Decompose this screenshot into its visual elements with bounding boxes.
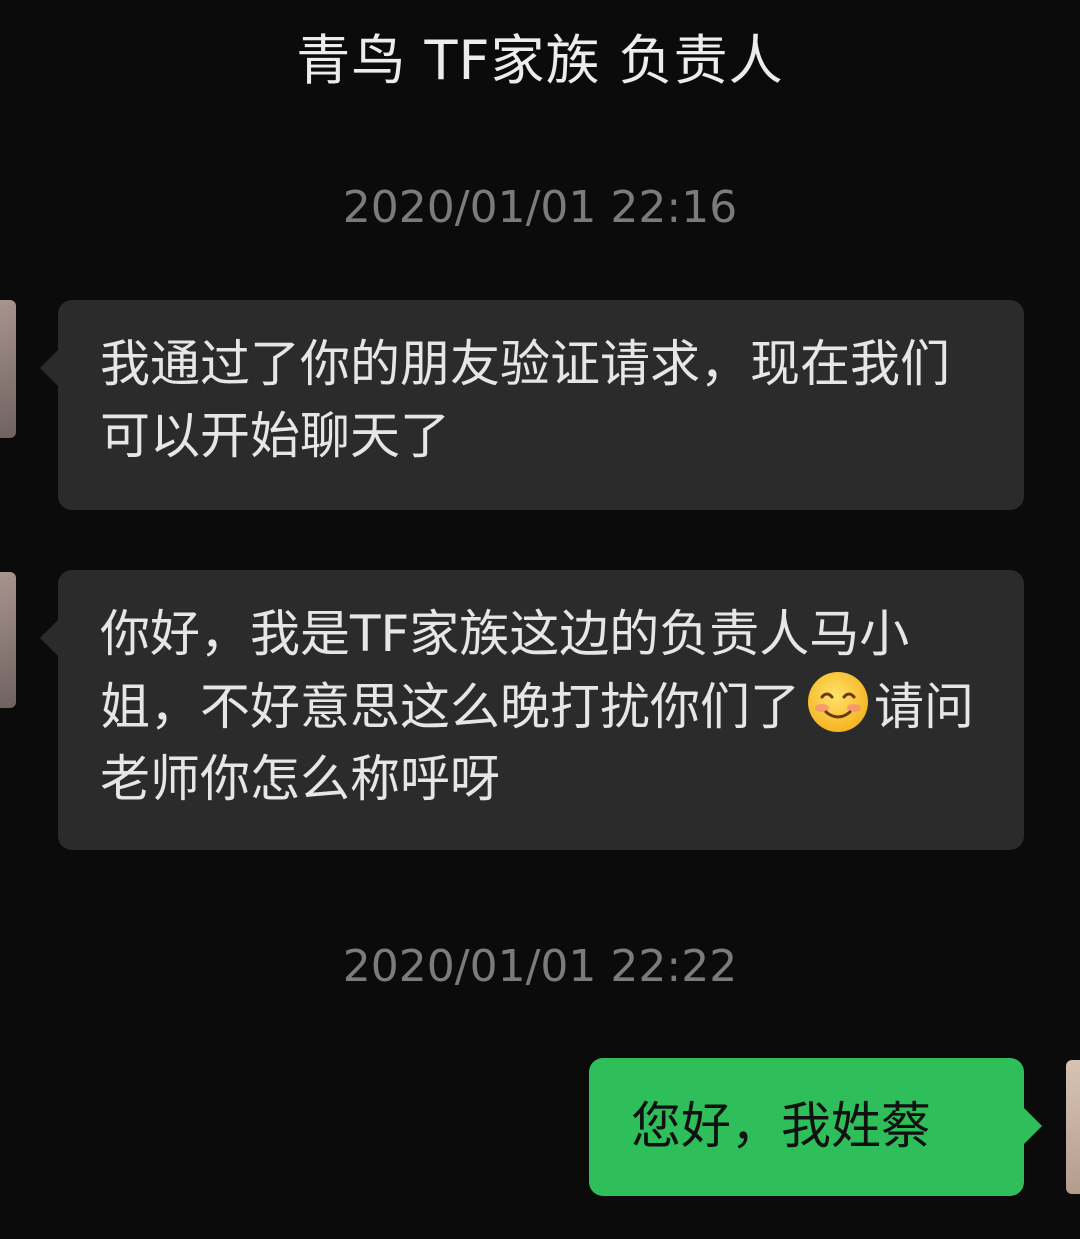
smiling-face-icon xyxy=(806,670,870,734)
incoming-message-bubble[interactable]: 你好，我是TF家族这边的负责人马小姐，不好意思这么晚打扰你们了 请问老师你怎么称… xyxy=(40,570,1024,850)
chat-title: 青鸟 TF家族 负责人 xyxy=(296,29,784,92)
timestamp: 2020/01/01 22:16 xyxy=(342,182,738,233)
contact-avatar[interactable] xyxy=(0,572,16,708)
message-text: 我通过了你的朋友验证请求，现在我们可以开始聊天了 xyxy=(100,335,950,465)
message-text: 你好，我是TF家族这边的负责人马小姐，不好意思这么晚打扰你们了 xyxy=(100,605,910,736)
user-avatar[interactable] xyxy=(1066,1060,1080,1194)
contact-avatar[interactable] xyxy=(0,300,16,438)
message-text: 您好，我姓蔡 xyxy=(631,1097,931,1155)
incoming-message-bubble[interactable]: 我通过了你的朋友验证请求，现在我们可以开始聊天了 xyxy=(40,300,1024,510)
outgoing-message-bubble[interactable]: 您好，我姓蔡 xyxy=(589,1058,1042,1196)
timestamp: 2020/01/01 22:22 xyxy=(342,941,738,992)
